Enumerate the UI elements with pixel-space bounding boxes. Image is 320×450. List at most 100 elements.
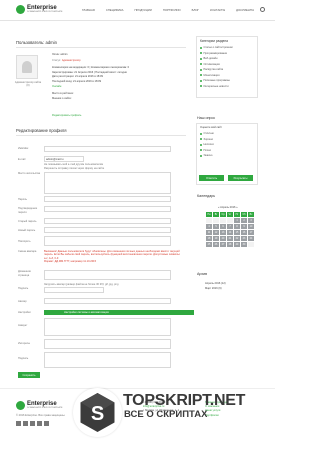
footer-logo-tagline: DOMAIN APPLICATION TEMPLATE — [27, 407, 63, 409]
radio-icon[interactable] — [200, 132, 202, 135]
archive-item[interactable]: Апрель 2016 (12) — [205, 282, 226, 287]
field-label-interests: Интересы — [18, 342, 30, 345]
avatar-url-input[interactable] — [44, 298, 171, 304]
settings-banner-text: Настройки системы и автоматизация — [64, 311, 109, 314]
vk-icon[interactable] — [16, 421, 21, 426]
bullet-icon — [200, 57, 202, 60]
site-header: Enterprise DOMAIN APPLICATION TEMPLATE Г… — [0, 0, 275, 21]
facebook-icon[interactable] — [23, 421, 28, 426]
category-item[interactable]: Интересные новости — [197, 84, 257, 90]
bullet-icon — [200, 63, 202, 66]
nav-item-products[interactable]: Продукции — [134, 8, 151, 12]
nav-item-spec[interactable]: Специфика — [106, 8, 124, 12]
logo[interactable]: Enterprise DOMAIN APPLICATION TEMPLATE — [16, 5, 63, 14]
calendar-title: Календарь — [197, 194, 216, 198]
radio-icon[interactable] — [200, 154, 202, 157]
field-label-signature: Подпись — [18, 287, 29, 290]
account-textarea[interactable] — [44, 318, 171, 336]
nick-input[interactable] — [44, 146, 171, 152]
signature-textarea[interactable] — [44, 352, 171, 368]
avatar-file-input[interactable] — [44, 287, 104, 293]
logo-tagline: DOMAIN APPLICATION TEMPLATE — [27, 11, 63, 13]
footer-logo[interactable]: Enterprise DOMAIN APPLICATION TEMPLATE — [16, 401, 63, 410]
calendar-month[interactable]: « Апрель 2016 » — [218, 206, 238, 209]
location-input[interactable] — [44, 172, 171, 194]
poll-title: Наш опрос — [197, 116, 216, 120]
avatar — [16, 55, 38, 79]
avatar-caption: Администратор сайта (0) — [14, 81, 42, 87]
calendar-day[interactable]: 26 — [212, 241, 220, 248]
settings-banner: Настройки системы и автоматизация — [44, 310, 194, 315]
vote-button[interactable]: Ответить — [199, 175, 224, 181]
nav-item-portfolio[interactable]: Портфолио — [163, 8, 181, 12]
field-label-nick: Имя/Ник — [18, 147, 29, 150]
warning-text: Внимание! Данные пользователя будут обно… — [44, 250, 181, 260]
calendar-empty-cell — [247, 241, 255, 248]
calendar-day[interactable]: 30 — [240, 241, 248, 248]
radio-icon[interactable] — [200, 143, 202, 146]
repeat-input[interactable] — [44, 236, 171, 246]
nav-item-docs[interactable]: Документы — [236, 8, 254, 12]
results-button[interactable]: Результаты — [228, 175, 253, 181]
search-icon[interactable] — [260, 7, 265, 12]
main-nav: Главная Специфика Продукции Портфолио Бл… — [82, 8, 254, 12]
bullet-icon — [200, 68, 202, 71]
google-icon[interactable] — [37, 421, 42, 426]
calendar-day[interactable]: 29 — [233, 241, 241, 248]
twitter-icon[interactable] — [30, 421, 35, 426]
homepage-input[interactable] — [44, 270, 171, 280]
watermark-title: TOPSKRIPT.NET — [123, 392, 246, 409]
bullet-icon — [200, 52, 202, 55]
field-label-new: Новый пароль — [18, 229, 36, 232]
field-label-settings: Настройки — [18, 311, 31, 314]
bullet-icon — [200, 46, 202, 49]
status-label: Статус: — [52, 58, 61, 62]
bullet-icon — [200, 85, 202, 88]
field-label-email: E-mail — [18, 158, 26, 161]
watermark-hex-icon: S — [80, 393, 115, 432]
email-option-2[interactable]: Разрешить отправку писем через форму на … — [44, 167, 104, 171]
calendar-grid: Пн Вт Ср Чт Пт Сб Вс 1 2 3 4 5 6 7 8 9 10 11 12 13 14 15 16 17 1… — [205, 211, 255, 248]
bullet-icon — [200, 79, 202, 82]
field-label-confirm: Подтверждение пароля — [18, 207, 38, 214]
calendar-day[interactable]: 28 — [226, 241, 234, 248]
field-label-password: Пароль — [18, 198, 27, 201]
watermark-letter: S — [91, 403, 104, 425]
profile-title: Пользователь: admin — [16, 40, 57, 45]
warning-format: Формат: ДД.ММ.ГГГГ, например 11.10.2015 — [44, 260, 97, 264]
copyright: © 2016 Enterprise. Все права защищены. — [16, 414, 66, 417]
nav-item-home[interactable]: Главная — [82, 8, 95, 12]
field-label-avatar-change: Смена аватара — [18, 250, 37, 253]
archive-item[interactable]: Март 2016 (9) — [205, 287, 226, 292]
user-silhouette-icon — [22, 61, 32, 73]
archive-title: Архив — [197, 272, 208, 276]
footer-link[interactable]: Портфолио — [205, 414, 227, 418]
poll-option[interactable]: Ужасно — [197, 153, 257, 159]
field-label-avatar: Аватар — [18, 300, 27, 303]
form-title: Редактирование профиля — [16, 128, 67, 133]
interests-textarea[interactable] — [44, 339, 171, 349]
logo-icon — [16, 5, 25, 14]
field-label-homepage: Домашняя страница — [18, 270, 31, 277]
email-input[interactable]: admin@mail.ru — [44, 156, 84, 162]
submit-button[interactable]: Сохранить — [18, 372, 40, 378]
new-password-input[interactable] — [44, 227, 171, 233]
nav-item-contacts[interactable]: Контакты — [210, 8, 225, 12]
calendar-day[interactable]: 25 — [205, 241, 213, 248]
email-value: admin@mail.ru — [46, 158, 64, 161]
youtube-icon[interactable] — [44, 421, 49, 426]
categories-box: Категории раздела Статьи о сайтостроении… — [196, 36, 258, 98]
nav-item-blog[interactable]: Блог — [192, 8, 199, 12]
field-label-signature-2: Подпись — [18, 357, 29, 360]
status-value: Администратор — [61, 58, 81, 62]
calendar-day[interactable]: 27 — [219, 241, 227, 248]
password-input[interactable] — [44, 196, 171, 202]
edit-profile-link[interactable]: Редактировать профиль — [52, 114, 81, 117]
radio-icon[interactable] — [200, 149, 202, 152]
old-password-input[interactable] — [44, 218, 171, 224]
radio-icon[interactable] — [200, 138, 202, 141]
avatar-note: Загрузить аватар (размер файла не более … — [44, 283, 119, 286]
confirm-input[interactable] — [44, 206, 171, 212]
stats-line-2: Мнения о сайте: — [52, 96, 72, 100]
watermark-subtitle: ВСЕ О СКРИПТАХ — [124, 409, 208, 420]
